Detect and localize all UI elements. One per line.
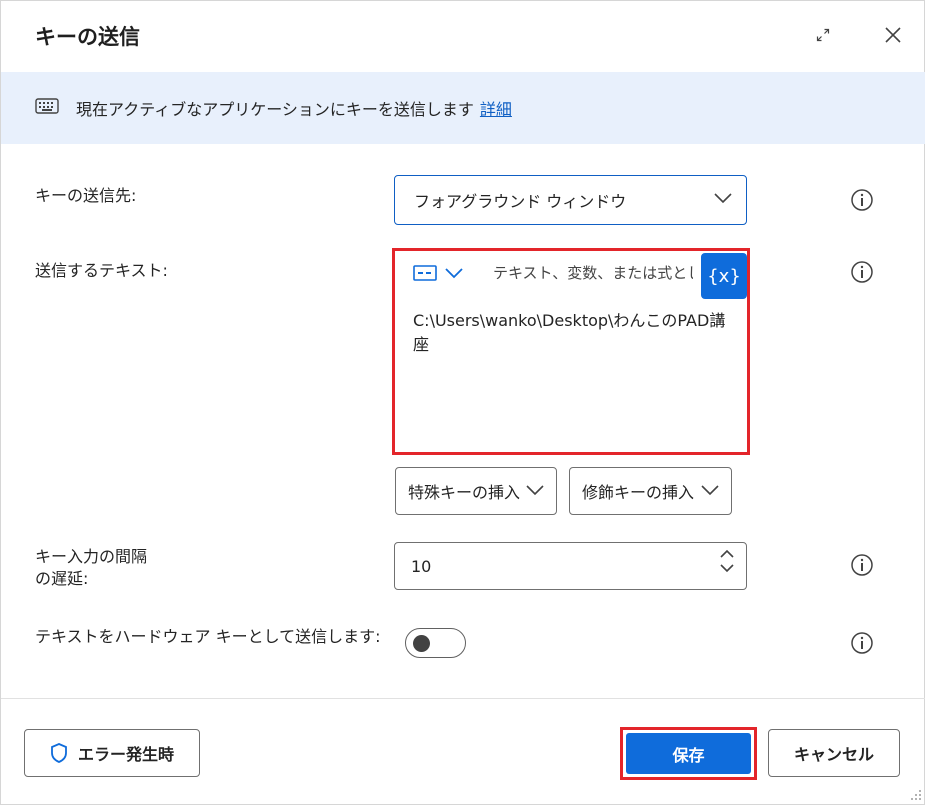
on-error-button[interactable]: エラー発生時 (24, 729, 200, 777)
chevron-down-icon[interactable] (720, 564, 734, 573)
text-label: 送信するテキスト: (35, 261, 168, 280)
close-button[interactable] (877, 19, 909, 51)
info-text: 現在アクティブなアプリケーションにキーを送信します 詳細 (76, 96, 512, 120)
toggle-knob (413, 635, 430, 652)
details-link[interactable]: 詳細 (480, 100, 512, 119)
chevron-down-icon (445, 268, 463, 279)
expand-icon (816, 28, 830, 42)
text-placeholder: テキスト、変数、または式として (493, 264, 693, 282)
hardware-label: テキストをハードウェア キーとして送信します: (35, 627, 381, 646)
variable-button[interactable]: {x} (701, 253, 747, 299)
text-mode-icon (413, 265, 437, 281)
insert-modifier-key-button[interactable]: 修飾キーの挿入 (569, 467, 732, 515)
expand-button[interactable] (809, 21, 837, 49)
footer-divider (1, 698, 925, 699)
keyboard-icon (35, 98, 59, 114)
delay-label: キー入力の間隔 の遅延: (35, 546, 147, 590)
delay-number-input[interactable]: 10 (394, 542, 747, 590)
shield-icon (51, 743, 67, 763)
target-select[interactable]: フォアグラウンド ウィンドウ (394, 175, 747, 225)
delay-label-line2: の遅延: (35, 569, 89, 588)
target-select-value: フォアグラウンド ウィンドウ (414, 192, 627, 211)
save-highlight: 保存 (620, 727, 757, 780)
delay-label-line1: キー入力の間隔 (35, 547, 148, 566)
delay-info-icon[interactable] (850, 553, 874, 577)
info-description: 現在アクティブなアプリケーションにキーを送信します (76, 100, 474, 119)
target-label: キーの送信先: (35, 186, 137, 205)
close-icon (885, 27, 901, 43)
resize-grip-icon[interactable] (909, 788, 923, 802)
save-button[interactable]: 保存 (626, 733, 751, 774)
dialog-title: キーの送信 (35, 25, 140, 49)
chevron-down-icon (714, 193, 732, 204)
hardware-info-icon[interactable] (850, 631, 874, 655)
input-mode-dropdown[interactable] (413, 265, 463, 281)
text-input-area[interactable]: テキスト、変数、または式として {x} C:\Users\wanko\Deskt… (392, 248, 750, 455)
target-info-icon[interactable] (850, 188, 874, 212)
chevron-up-icon[interactable] (720, 549, 734, 558)
chevron-down-icon (701, 485, 719, 496)
chevron-down-icon (526, 485, 544, 496)
insert-special-key-label: 特殊キーの挿入 (408, 483, 521, 502)
text-value: C:\Users\wanko\Desktop\わんこのPAD講座 (413, 311, 726, 354)
delay-spinner[interactable] (720, 549, 734, 573)
send-keys-dialog: キーの送信 現在アクティブなアプリケーションにキーを送信します 詳細 キーの送信先… (0, 0, 925, 805)
hardware-keys-toggle[interactable] (405, 628, 466, 658)
insert-special-key-button[interactable]: 特殊キーの挿入 (395, 467, 557, 515)
insert-modifier-key-label: 修飾キーの挿入 (582, 483, 695, 502)
delay-value: 10 (411, 556, 432, 576)
cancel-button[interactable]: キャンセル (768, 729, 900, 777)
text-info-icon[interactable] (850, 260, 874, 284)
on-error-label: エラー発生時 (77, 745, 174, 764)
